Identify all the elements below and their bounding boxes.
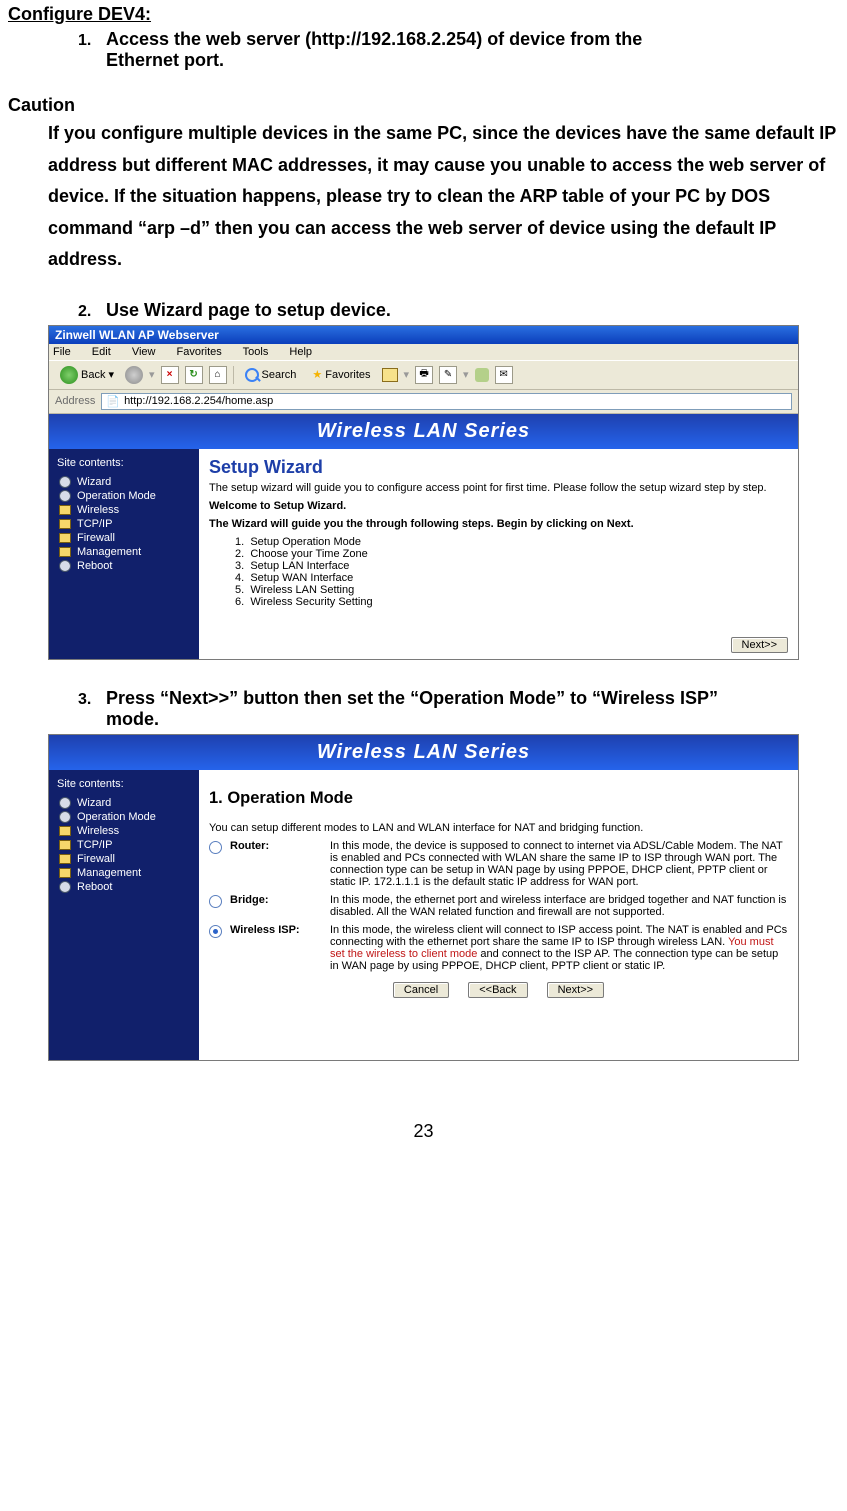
sidebar-item-tcpip[interactable]: TCP/IP xyxy=(49,838,199,852)
page-number: 23 xyxy=(8,1121,839,1142)
sidebar-item-firewall[interactable]: Firewall xyxy=(49,531,199,545)
sidebar-item-wizard[interactable]: Wizard xyxy=(49,475,199,489)
router-label: Router: xyxy=(230,840,330,852)
section-title: Configure DEV4: xyxy=(8,4,839,25)
menu-tools[interactable]: Tools xyxy=(243,346,269,358)
step-1-text: Access the web server (http://192.168.2.… xyxy=(106,29,642,49)
router-desc: In this mode, the device is supposed to … xyxy=(330,840,788,888)
wizard-guide: The Wizard will guide you the through fo… xyxy=(209,518,788,530)
page-icon: 📄 xyxy=(106,395,120,408)
radio-bridge[interactable] xyxy=(209,895,222,908)
sidebar-item-reboot[interactable]: Reboot xyxy=(49,559,199,573)
menu-view[interactable]: View xyxy=(132,346,156,358)
folder-icon xyxy=(59,826,71,836)
print-button[interactable]: 🖶 xyxy=(415,366,433,384)
refresh-button[interactable]: ↻ xyxy=(185,366,203,384)
folder-icon xyxy=(59,533,71,543)
next-button[interactable]: Next>> xyxy=(547,982,604,998)
menubar: File Edit View Favorites Tools Help xyxy=(49,344,798,360)
caution-heading: Caution xyxy=(8,95,839,116)
screenshot-operation-mode: Wireless LAN Series Site contents: Wizar… xyxy=(48,734,799,1061)
folder-icon xyxy=(59,840,71,850)
step-1-text-cont: Ethernet port. xyxy=(78,50,839,71)
wisp-desc: In this mode, the wireless client will c… xyxy=(330,924,788,972)
stop-button[interactable]: × xyxy=(161,366,179,384)
reboot-icon xyxy=(59,560,71,572)
sidebar-heading: Site contents: xyxy=(49,455,199,475)
wizard-icon xyxy=(59,797,71,809)
folder-icon xyxy=(59,868,71,878)
sidebar-item-wireless[interactable]: Wireless xyxy=(49,503,199,517)
folder-icon xyxy=(59,854,71,864)
wizard-title: Setup Wizard xyxy=(209,457,788,478)
step-2-text: Use Wizard page to setup device. xyxy=(106,300,391,320)
caution-body: If you configure multiple devices in the… xyxy=(48,118,839,276)
operation-mode-main: 1. Operation Mode You can setup differen… xyxy=(199,770,798,1060)
bridge-desc: In this mode, the ethernet port and wire… xyxy=(330,894,788,918)
folder-icon xyxy=(59,547,71,557)
wizard-steps-list: 1. Setup Operation Mode 2. Choose your T… xyxy=(235,536,788,608)
sidebar-item-wireless[interactable]: Wireless xyxy=(49,824,199,838)
window-titlebar: Zinwell WLAN AP Webserver xyxy=(49,326,798,344)
sidebar-item-tcpip[interactable]: TCP/IP xyxy=(49,517,199,531)
home-button[interactable]: ⌂ xyxy=(209,366,227,384)
sidebar: Site contents: Wizard Operation Mode Wir… xyxy=(49,449,199,659)
folder-icon xyxy=(59,519,71,529)
edit-button[interactable]: ✎ xyxy=(439,366,457,384)
back-button[interactable]: <<Back xyxy=(468,982,527,998)
sidebar-item-wizard[interactable]: Wizard xyxy=(49,796,199,810)
wizard-main: Setup Wizard The setup wizard will guide… xyxy=(199,449,798,659)
radio-wireless-isp[interactable] xyxy=(209,925,222,938)
sidebar-item-operation-mode[interactable]: Operation Mode xyxy=(49,810,199,824)
menu-edit[interactable]: Edit xyxy=(92,346,111,358)
opmode-icon xyxy=(59,490,71,502)
forward-button[interactable] xyxy=(125,366,143,384)
address-label: Address xyxy=(55,395,95,407)
bridge-label: Bridge: xyxy=(230,894,330,906)
opmode-intro: You can setup different modes to LAN and… xyxy=(209,822,788,834)
star-icon: ★ xyxy=(312,368,322,381)
step-3-text: Press “Next>>” button then set the “Oper… xyxy=(106,688,718,708)
mail-icon[interactable] xyxy=(382,368,398,382)
step-3-text-cont: mode. xyxy=(78,709,839,730)
toolbar: Back ▾ ▾ × ↻ ⌂ Search ★Favorites ▾ 🖶 ✎▾ … xyxy=(49,360,798,390)
back-icon xyxy=(60,366,78,384)
sidebar-item-reboot[interactable]: Reboot xyxy=(49,880,199,894)
wizard-welcome: Welcome to Setup Wizard. xyxy=(209,500,788,512)
opmode-title: 1. Operation Mode xyxy=(209,789,788,808)
step-3-number: 3. xyxy=(78,691,106,709)
product-banner: Wireless LAN Series xyxy=(49,414,798,449)
msn-button[interactable]: ✉ xyxy=(495,366,513,384)
menu-help[interactable]: Help xyxy=(289,346,312,358)
reboot-icon xyxy=(59,881,71,893)
opmode-icon xyxy=(59,811,71,823)
address-input[interactable]: 📄http://192.168.2.254/home.asp xyxy=(101,393,792,410)
product-banner: Wireless LAN Series xyxy=(49,735,798,770)
wizard-intro: The setup wizard will guide you to confi… xyxy=(209,482,788,494)
sidebar: Site contents: Wizard Operation Mode Wir… xyxy=(49,770,199,1060)
sidebar-item-operation-mode[interactable]: Operation Mode xyxy=(49,489,199,503)
favorites-button[interactable]: ★Favorites xyxy=(307,366,375,383)
menu-favorites[interactable]: Favorites xyxy=(177,346,222,358)
wisp-label: Wireless ISP: xyxy=(230,924,330,936)
paw-icon[interactable] xyxy=(475,368,489,382)
sidebar-heading: Site contents: xyxy=(49,776,199,796)
wizard-icon xyxy=(59,476,71,488)
search-button[interactable]: Search xyxy=(240,366,302,384)
sidebar-item-firewall[interactable]: Firewall xyxy=(49,852,199,866)
folder-icon xyxy=(59,505,71,515)
search-icon xyxy=(245,368,259,382)
next-button[interactable]: Next>> xyxy=(731,637,788,653)
back-button[interactable]: Back ▾ xyxy=(55,364,119,386)
address-bar: Address 📄http://192.168.2.254/home.asp xyxy=(49,390,798,414)
step-2-number: 2. xyxy=(78,303,106,321)
menu-file[interactable]: File xyxy=(53,346,71,358)
sidebar-item-management[interactable]: Management xyxy=(49,866,199,880)
cancel-button[interactable]: Cancel xyxy=(393,982,449,998)
sidebar-item-management[interactable]: Management xyxy=(49,545,199,559)
radio-router[interactable] xyxy=(209,841,222,854)
screenshot-wizard: Zinwell WLAN AP Webserver File Edit View… xyxy=(48,325,799,660)
step-1-number: 1. xyxy=(78,32,106,50)
